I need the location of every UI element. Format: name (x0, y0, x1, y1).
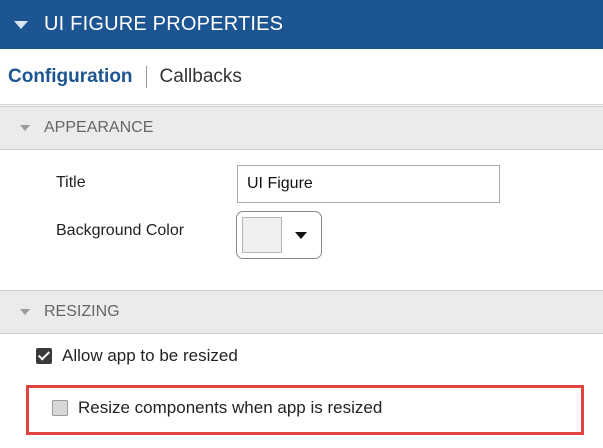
allow-resize-label: Allow app to be resized (62, 346, 238, 365)
dropdown-arrow-icon[interactable] (295, 231, 307, 239)
panel-title: UI FIGURE PROPERTIES (44, 13, 284, 35)
resizing-section-label: RESIZING (44, 303, 120, 320)
background-color-label: Background Color (56, 222, 185, 239)
allow-resize-checkbox[interactable] (36, 348, 52, 364)
section-collapse-icon[interactable] (20, 309, 30, 315)
color-swatch (242, 217, 282, 253)
panel-header[interactable]: UI FIGURE PROPERTIES (0, 0, 603, 49)
collapse-triangle-icon[interactable] (14, 20, 28, 29)
tab-separator (145, 65, 147, 88)
tab-bar: Configuration Callbacks (0, 49, 603, 105)
section-collapse-icon[interactable] (20, 125, 30, 131)
title-input[interactable] (237, 165, 500, 203)
resize-components-label: Resize components when app is resized (78, 398, 383, 417)
allow-resize-option[interactable]: Allow app to be resized (36, 346, 238, 366)
background-color-picker[interactable] (236, 211, 322, 259)
resize-components-checkbox[interactable] (52, 400, 68, 416)
resize-components-option[interactable]: Resize components when app is resized (52, 398, 382, 418)
resizing-section-header[interactable]: RESIZING (0, 290, 603, 334)
tab-configuration[interactable]: Configuration (8, 66, 133, 88)
title-label: Title (56, 174, 86, 191)
appearance-section-label: APPEARANCE (44, 119, 154, 136)
appearance-section-header[interactable]: APPEARANCE (0, 106, 603, 150)
tab-callbacks[interactable]: Callbacks (160, 66, 242, 88)
